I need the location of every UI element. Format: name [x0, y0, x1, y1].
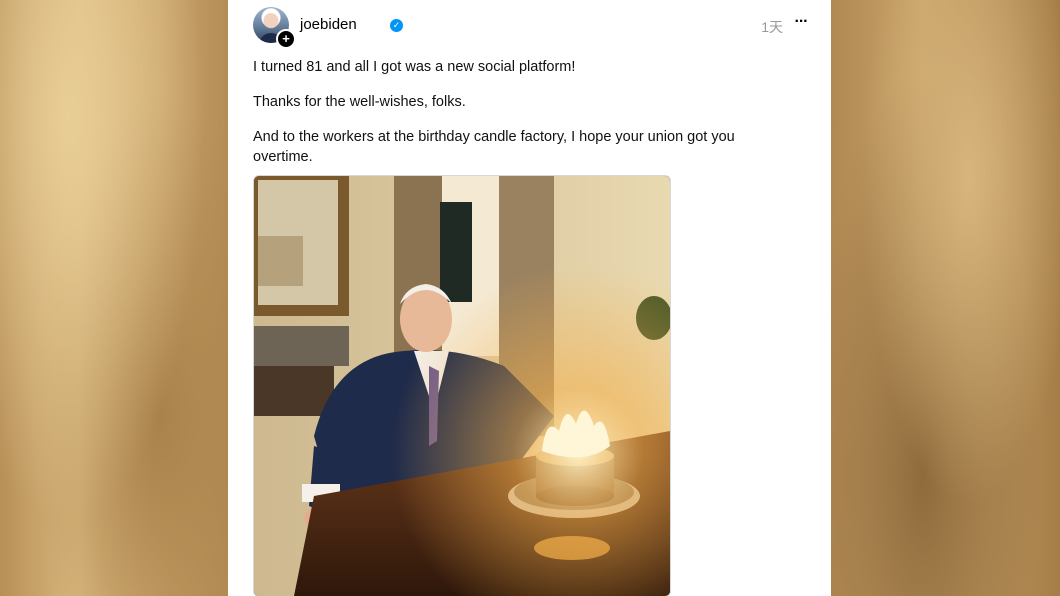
more-options-icon[interactable]: ···	[791, 13, 811, 33]
post-timestamp[interactable]: 1天	[761, 17, 783, 37]
background-blur-left	[0, 0, 228, 596]
post-photo[interactable]	[253, 175, 671, 596]
post-body: I turned 81 and all I got was a new soci…	[253, 57, 793, 182]
post-card: + joebiden ✓ 1天 ··· I turned 81 and all …	[228, 0, 831, 596]
plus-icon[interactable]: +	[276, 29, 296, 49]
username[interactable]: joebiden	[300, 16, 357, 33]
birthday-cake-photo	[254, 176, 670, 596]
background-blur-right	[831, 0, 1060, 596]
post-paragraph: I turned 81 and all I got was a new soci…	[253, 59, 576, 75]
post-header: + joebiden ✓ 1天 ···	[253, 7, 811, 49]
post-paragraph: Thanks for the well-wishes, folks.	[253, 94, 466, 110]
verified-badge-icon: ✓	[390, 19, 403, 32]
post-paragraph: And to the workers at the birthday candl…	[253, 129, 735, 165]
